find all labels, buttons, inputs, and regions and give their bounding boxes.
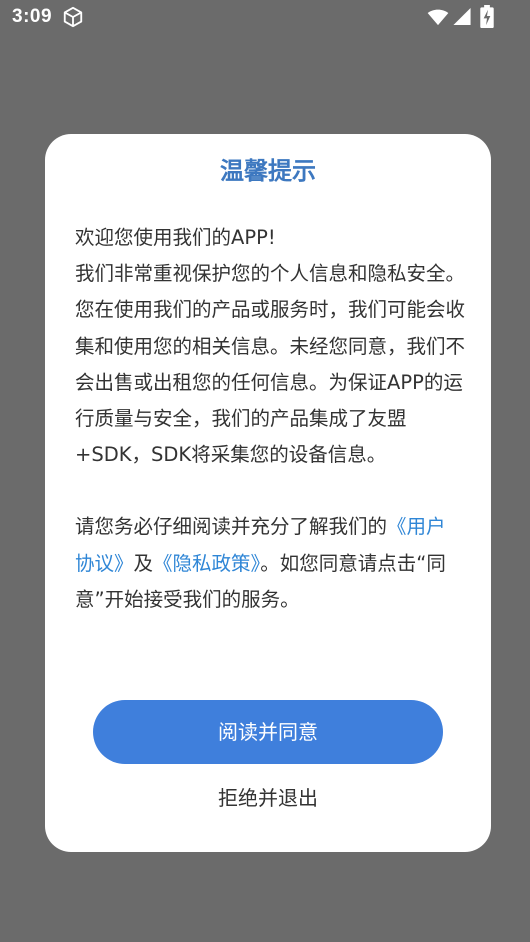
wifi-icon xyxy=(427,9,449,26)
status-bar: 3:09 xyxy=(0,0,530,34)
privacy-statement: 我们非常重视保护您的个人信息和隐私安全。您在使用我们的产品或服务时，我们可能会收… xyxy=(75,262,466,467)
status-time: 3:09 xyxy=(12,6,53,27)
reject-button[interactable]: 拒绝并退出 xyxy=(143,778,393,818)
signal-icon xyxy=(453,7,471,26)
cube-icon xyxy=(63,6,83,28)
welcome-line: 欢迎您使用我们的APP! xyxy=(75,226,276,249)
agree-button[interactable]: 阅读并同意 xyxy=(93,700,443,764)
battery-charging-icon xyxy=(480,5,494,28)
dialog-title: 温馨提示 xyxy=(220,157,316,185)
conjunction-text: 及 xyxy=(133,551,154,575)
privacy-dialog: 温馨提示 欢迎您使用我们的APP! 我们非常重视保护您的个人信息和隐私安全。您在… xyxy=(45,134,491,852)
agreement-paragraph: 请您务必仔细阅读并充分了解我们的《用户协议》及《隐私政策》。如您同意请点击“同意… xyxy=(75,509,465,618)
agreement-prefix: 请您务必仔细阅读并充分了解我们的 xyxy=(75,515,388,539)
welcome-text: 欢迎您使用我们的APP! 我们非常重视保护您的个人信息和隐私安全。您在使用我们的… xyxy=(75,220,465,473)
privacy-policy-link[interactable]: 《隐私政策》 xyxy=(153,552,260,575)
dialog-body: 欢迎您使用我们的APP! 我们非常重视保护您的个人信息和隐私安全。您在使用我们的… xyxy=(75,220,465,618)
